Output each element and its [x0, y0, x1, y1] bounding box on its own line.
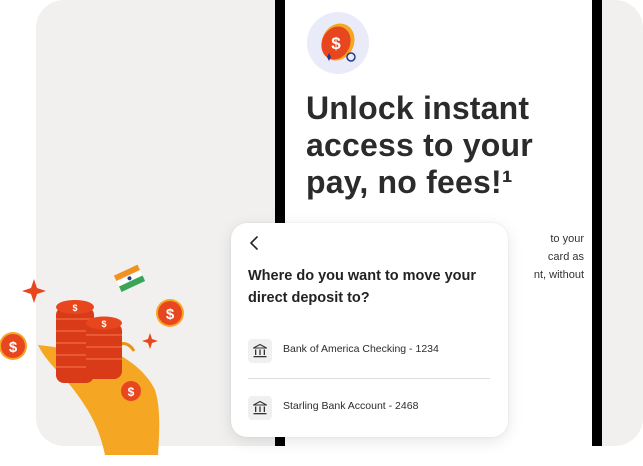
dollar-coin-icon: $	[0, 332, 27, 360]
hand-with-coins-illustration: $ $ $ $ $	[0, 264, 184, 455]
promo-headline: Unlock instant access to your pay, no fe…	[306, 90, 533, 200]
svg-text:$: $	[72, 303, 77, 313]
dollar-coin-icon: $	[119, 379, 143, 403]
svg-text:$: $	[101, 319, 106, 329]
svg-text:$: $	[128, 385, 135, 399]
account-label: Bank of America Checking - 1234	[283, 343, 439, 355]
sparkle-icon	[142, 333, 158, 349]
coin-stack-icon: $	[86, 316, 122, 379]
account-option-bank-of-america[interactable]: Bank of America Checking - 1234	[248, 331, 490, 371]
svg-text:$: $	[9, 339, 18, 356]
promo-body-line: card as	[547, 251, 584, 263]
chevron-left-icon[interactable]	[249, 235, 269, 255]
sheet-title: Where do you want to move your direct de…	[248, 268, 476, 306]
dollar-coin-icon: $	[307, 12, 369, 74]
direct-deposit-sheet: Where do you want to move your direct de…	[231, 223, 508, 437]
account-label: Starling Bank Account - 2468	[283, 400, 419, 412]
svg-text:$: $	[331, 34, 341, 53]
svg-text:$: $	[166, 306, 175, 323]
account-option-starling[interactable]: Starling Bank Account - 2468	[248, 388, 490, 428]
sparkle-icon	[22, 279, 46, 303]
dollar-coin-icon: $	[156, 299, 184, 327]
promo-body-line: nt, without	[533, 269, 584, 281]
bank-icon	[248, 339, 272, 363]
bank-icon	[248, 396, 272, 420]
flag-icon	[113, 264, 146, 292]
divider	[248, 378, 490, 379]
promo-body-line: to your	[550, 233, 584, 245]
